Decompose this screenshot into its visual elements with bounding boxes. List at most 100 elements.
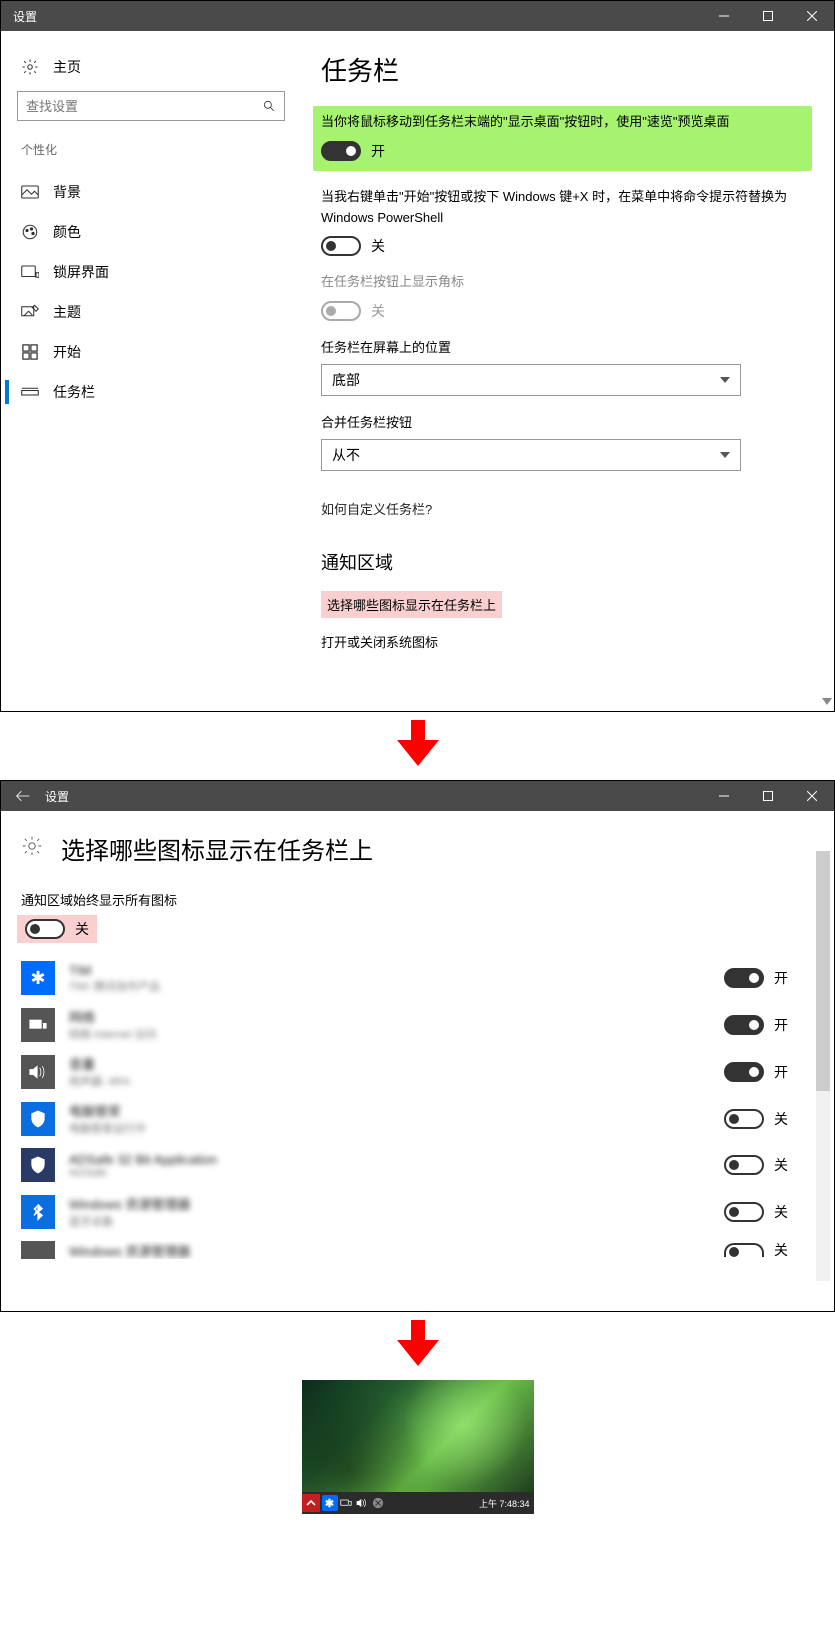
sidebar-item-label: 背景 bbox=[53, 182, 81, 202]
settings-window-select-icons: 设置 选择哪些图标显示在任务栏上 通知区域始终显示所有图标 关 ✱ TIMTIM… bbox=[0, 780, 835, 1312]
link-system-icons[interactable]: 打开或关闭系统图标 bbox=[321, 632, 804, 651]
toggle-state-label: 关 bbox=[371, 236, 385, 256]
link-customize-taskbar[interactable]: 如何自定义任务栏? bbox=[321, 499, 432, 518]
toggle-item[interactable] bbox=[724, 1202, 764, 1222]
toggle-state-label: 关 bbox=[774, 1241, 788, 1259]
minimize-button[interactable] bbox=[702, 1, 746, 31]
picture-icon bbox=[21, 183, 39, 201]
shield-tile-icon bbox=[21, 1148, 55, 1182]
item-name: Windows 资源管理器 bbox=[69, 1194, 724, 1213]
tray-close-icon[interactable] bbox=[370, 1495, 386, 1511]
tray-clock[interactable]: 上午 7:48:34 bbox=[479, 1497, 530, 1510]
sidebar-item-label: 锁屏界面 bbox=[53, 262, 109, 282]
arrow-down-icon bbox=[393, 718, 443, 768]
toggle-item[interactable] bbox=[724, 1015, 764, 1035]
toggle-item[interactable] bbox=[724, 1243, 764, 1257]
item-subtitle: 蓝牙设备 bbox=[69, 1213, 724, 1229]
sidebar-item-colors[interactable]: 颜色 bbox=[11, 212, 291, 252]
tray-app-icon[interactable]: ✱ bbox=[322, 1495, 338, 1511]
close-button[interactable] bbox=[790, 781, 834, 811]
page-header: 选择哪些图标显示在任务栏上 bbox=[21, 831, 814, 866]
item-name: 音量 bbox=[69, 1054, 724, 1073]
toggle-state-label: 关 bbox=[774, 1109, 788, 1129]
sidebar-category: 个性化 bbox=[11, 141, 291, 172]
flow-arrow-1 bbox=[0, 712, 835, 780]
scrollbar-down-icon[interactable] bbox=[822, 698, 832, 705]
app-tile-icon bbox=[21, 1241, 55, 1259]
setting-combine: 合并任务栏按钮 从不 bbox=[321, 412, 804, 471]
setting-text: 当我右键单击"开始"按钮或按下 Windows 键+X 时，在菜单中将命令提示符… bbox=[321, 187, 804, 229]
toggle-item[interactable] bbox=[724, 1155, 764, 1175]
lockscreen-icon bbox=[21, 263, 39, 281]
back-button[interactable] bbox=[1, 781, 45, 811]
toggle-state-label: 开 bbox=[774, 1015, 788, 1035]
settings-window-taskbar: 设置 主页 个性化 背景 bbox=[0, 0, 835, 712]
sidebar-home[interactable]: 主页 bbox=[11, 51, 291, 91]
toggle-item[interactable] bbox=[724, 1109, 764, 1129]
setting-text: 当你将鼠标移动到任务栏末端的"显示桌面"按钮时，使用"速览"预览桌面 bbox=[321, 112, 804, 133]
toggle-item[interactable] bbox=[724, 968, 764, 988]
close-button[interactable] bbox=[790, 1, 834, 31]
toggle-state-label: 关 bbox=[774, 1202, 788, 1222]
list-item: 音量扬声器: 48% 开 bbox=[21, 1054, 814, 1089]
field-label: 任务栏在屏幕上的位置 bbox=[321, 337, 804, 356]
toggle-powershell[interactable] bbox=[321, 236, 361, 256]
tray-overflow-button[interactable] bbox=[302, 1494, 320, 1512]
item-subtitle: TIM: 腾讯协作产品 bbox=[69, 978, 724, 994]
sidebar-item-background[interactable]: 背景 bbox=[11, 172, 291, 212]
scrollbar[interactable] bbox=[816, 851, 830, 1281]
theme-icon bbox=[21, 303, 39, 321]
item-subtitle: 扬声器: 48% bbox=[69, 1073, 724, 1089]
sidebar-item-taskbar[interactable]: 任务栏 bbox=[11, 372, 291, 412]
sidebar-item-label: 任务栏 bbox=[53, 382, 95, 402]
item-subtitle: 网络 Internet 访问 bbox=[69, 1026, 724, 1042]
chevron-down-icon bbox=[720, 452, 730, 458]
toggle-item[interactable] bbox=[724, 1062, 764, 1082]
minimize-button[interactable] bbox=[702, 781, 746, 811]
item-subtitle: 电脑管家运行中 bbox=[69, 1120, 724, 1136]
maximize-button[interactable] bbox=[746, 1, 790, 31]
item-subtitle: ADSafe bbox=[69, 1167, 724, 1179]
item-name: Windows 资源管理器 bbox=[69, 1241, 724, 1259]
setting-peek-desktop: 当你将鼠标移动到任务栏末端的"显示桌面"按钮时，使用"速览"预览桌面 开 bbox=[313, 106, 812, 171]
toggle-state-label: 开 bbox=[774, 968, 788, 988]
chevron-down-icon bbox=[720, 377, 730, 383]
item-name: TIM bbox=[69, 963, 724, 978]
select-value: 从不 bbox=[332, 445, 360, 465]
select-combine-buttons[interactable]: 从不 bbox=[321, 439, 741, 471]
search-input[interactable] bbox=[17, 91, 285, 121]
page-title: 选择哪些图标显示在任务栏上 bbox=[61, 831, 373, 866]
link-select-icons[interactable]: 选择哪些图标显示在任务栏上 bbox=[321, 591, 804, 618]
toggle-show-all-icons[interactable] bbox=[25, 919, 65, 939]
tray-volume-icon[interactable] bbox=[354, 1495, 370, 1511]
palette-icon bbox=[21, 223, 39, 241]
taskbar-result-preview: ✱ 上午 7:48:34 bbox=[302, 1380, 534, 1514]
select-taskbar-position[interactable]: 底部 bbox=[321, 364, 741, 396]
item-name: 网络 bbox=[69, 1007, 724, 1026]
taskbar: ✱ 上午 7:48:34 bbox=[302, 1492, 534, 1514]
arrow-down-icon bbox=[393, 1318, 443, 1368]
tray-network-icon[interactable] bbox=[338, 1495, 354, 1511]
gear-icon bbox=[21, 58, 39, 76]
list-item: Windows 资源管理器蓝牙设备 关 bbox=[21, 1194, 814, 1229]
list-item: Windows 资源管理器 关 bbox=[21, 1241, 814, 1259]
titlebar: 设置 bbox=[1, 781, 834, 811]
titlebar: 设置 bbox=[1, 1, 834, 31]
taskbar-icon bbox=[21, 383, 39, 401]
toggle-peek[interactable] bbox=[321, 141, 361, 161]
icon-list: ✱ TIMTIM: 腾讯协作产品 开 网络网络 Internet 访问 开 音量… bbox=[21, 961, 814, 1259]
maximize-button[interactable] bbox=[746, 781, 790, 811]
sidebar-item-label: 颜色 bbox=[53, 222, 81, 242]
list-item: ✱ TIMTIM: 腾讯协作产品 开 bbox=[21, 961, 814, 995]
sidebar-item-lockscreen[interactable]: 锁屏界面 bbox=[11, 252, 291, 292]
master-toggle-label: 通知区域始终显示所有图标 bbox=[21, 890, 814, 909]
sidebar-item-themes[interactable]: 主题 bbox=[11, 292, 291, 332]
window-title: 设置 bbox=[45, 788, 702, 805]
setting-badges: 在任务栏按钮上显示角标 关 bbox=[321, 272, 804, 321]
search-field[interactable] bbox=[26, 99, 260, 114]
sidebar-item-start[interactable]: 开始 bbox=[11, 332, 291, 372]
network-tile-icon bbox=[21, 1008, 55, 1042]
toggle-state-label: 开 bbox=[774, 1062, 788, 1082]
setting-text: 在任务栏按钮上显示角标 bbox=[321, 272, 804, 293]
list-item: 网络网络 Internet 访问 开 bbox=[21, 1007, 814, 1042]
